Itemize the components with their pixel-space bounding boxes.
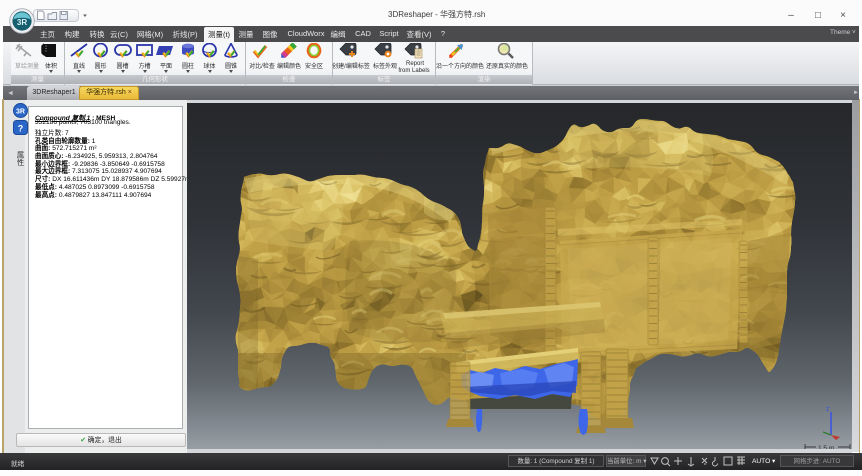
svg-text:z: z [826,406,830,413]
svg-text:?: ? [18,124,24,134]
svg-text:3R: 3R [16,109,25,116]
svg-text:3R: 3R [17,18,27,27]
